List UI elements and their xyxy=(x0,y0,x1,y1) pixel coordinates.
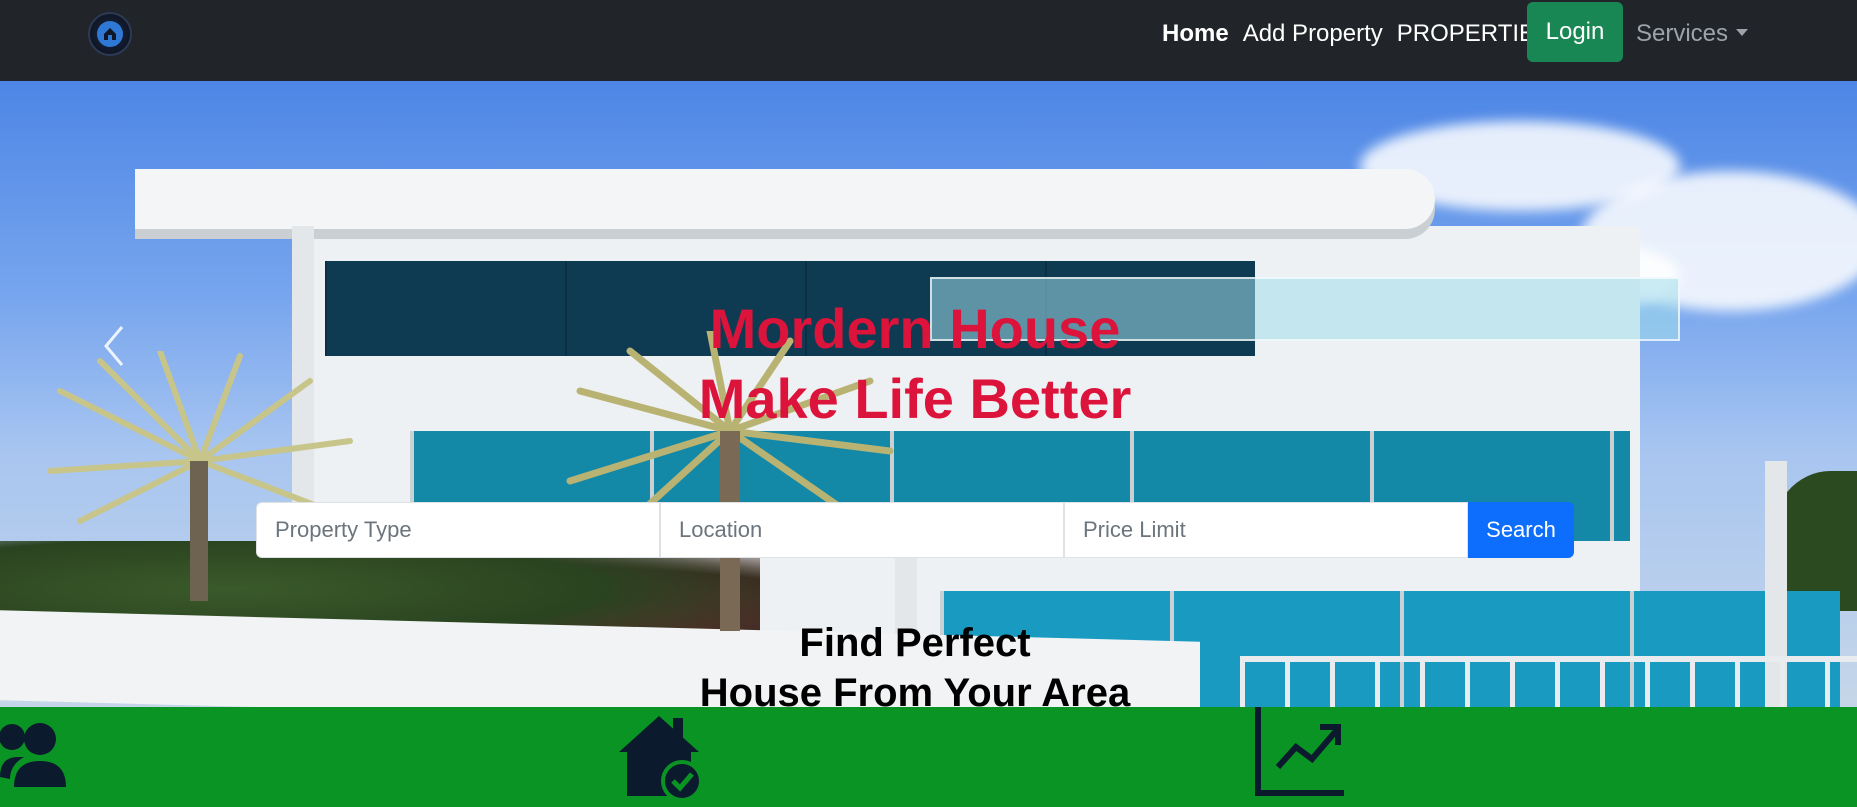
find-house-line1: Find Perfect xyxy=(799,621,1031,665)
hero-carousel: Mordern House Make Life Better Search Fi… xyxy=(0,81,1857,707)
location-input[interactable] xyxy=(660,502,1064,558)
find-house-line2: House From Your Area xyxy=(699,671,1131,707)
services-dropdown[interactable]: Services xyxy=(1636,0,1749,68)
house-check-icon xyxy=(619,716,703,802)
caret-down-icon xyxy=(1736,28,1749,36)
nav-add-property-link[interactable]: Add Property xyxy=(1243,20,1383,48)
chart-line-icon xyxy=(1255,707,1344,796)
nav-links: Home Add Property PROPERTIES xyxy=(1162,0,1565,68)
house-roof-image xyxy=(135,169,1435,229)
hero-title-line2: Make Life Better xyxy=(698,367,1132,430)
login-button[interactable]: Login xyxy=(1527,2,1623,62)
nav-home-link[interactable]: Home xyxy=(1162,20,1229,48)
property-type-input[interactable] xyxy=(256,502,660,558)
price-limit-input[interactable] xyxy=(1064,502,1468,558)
find-house-heading: Find Perfect House From Your Area xyxy=(0,618,1830,707)
hero-title: Mordern House Make Life Better xyxy=(0,294,1830,434)
navbar: Home Add Property PROPERTIES Login Servi… xyxy=(0,0,1857,81)
services-label: Services xyxy=(1636,20,1729,47)
search-button[interactable]: Search xyxy=(1468,502,1574,558)
features-strip xyxy=(0,707,1857,807)
property-search-form: Search xyxy=(256,502,1574,558)
real-estate-logo-icon[interactable] xyxy=(88,12,132,56)
users-icon xyxy=(0,723,66,787)
hero-title-line1: Mordern House xyxy=(709,297,1121,360)
